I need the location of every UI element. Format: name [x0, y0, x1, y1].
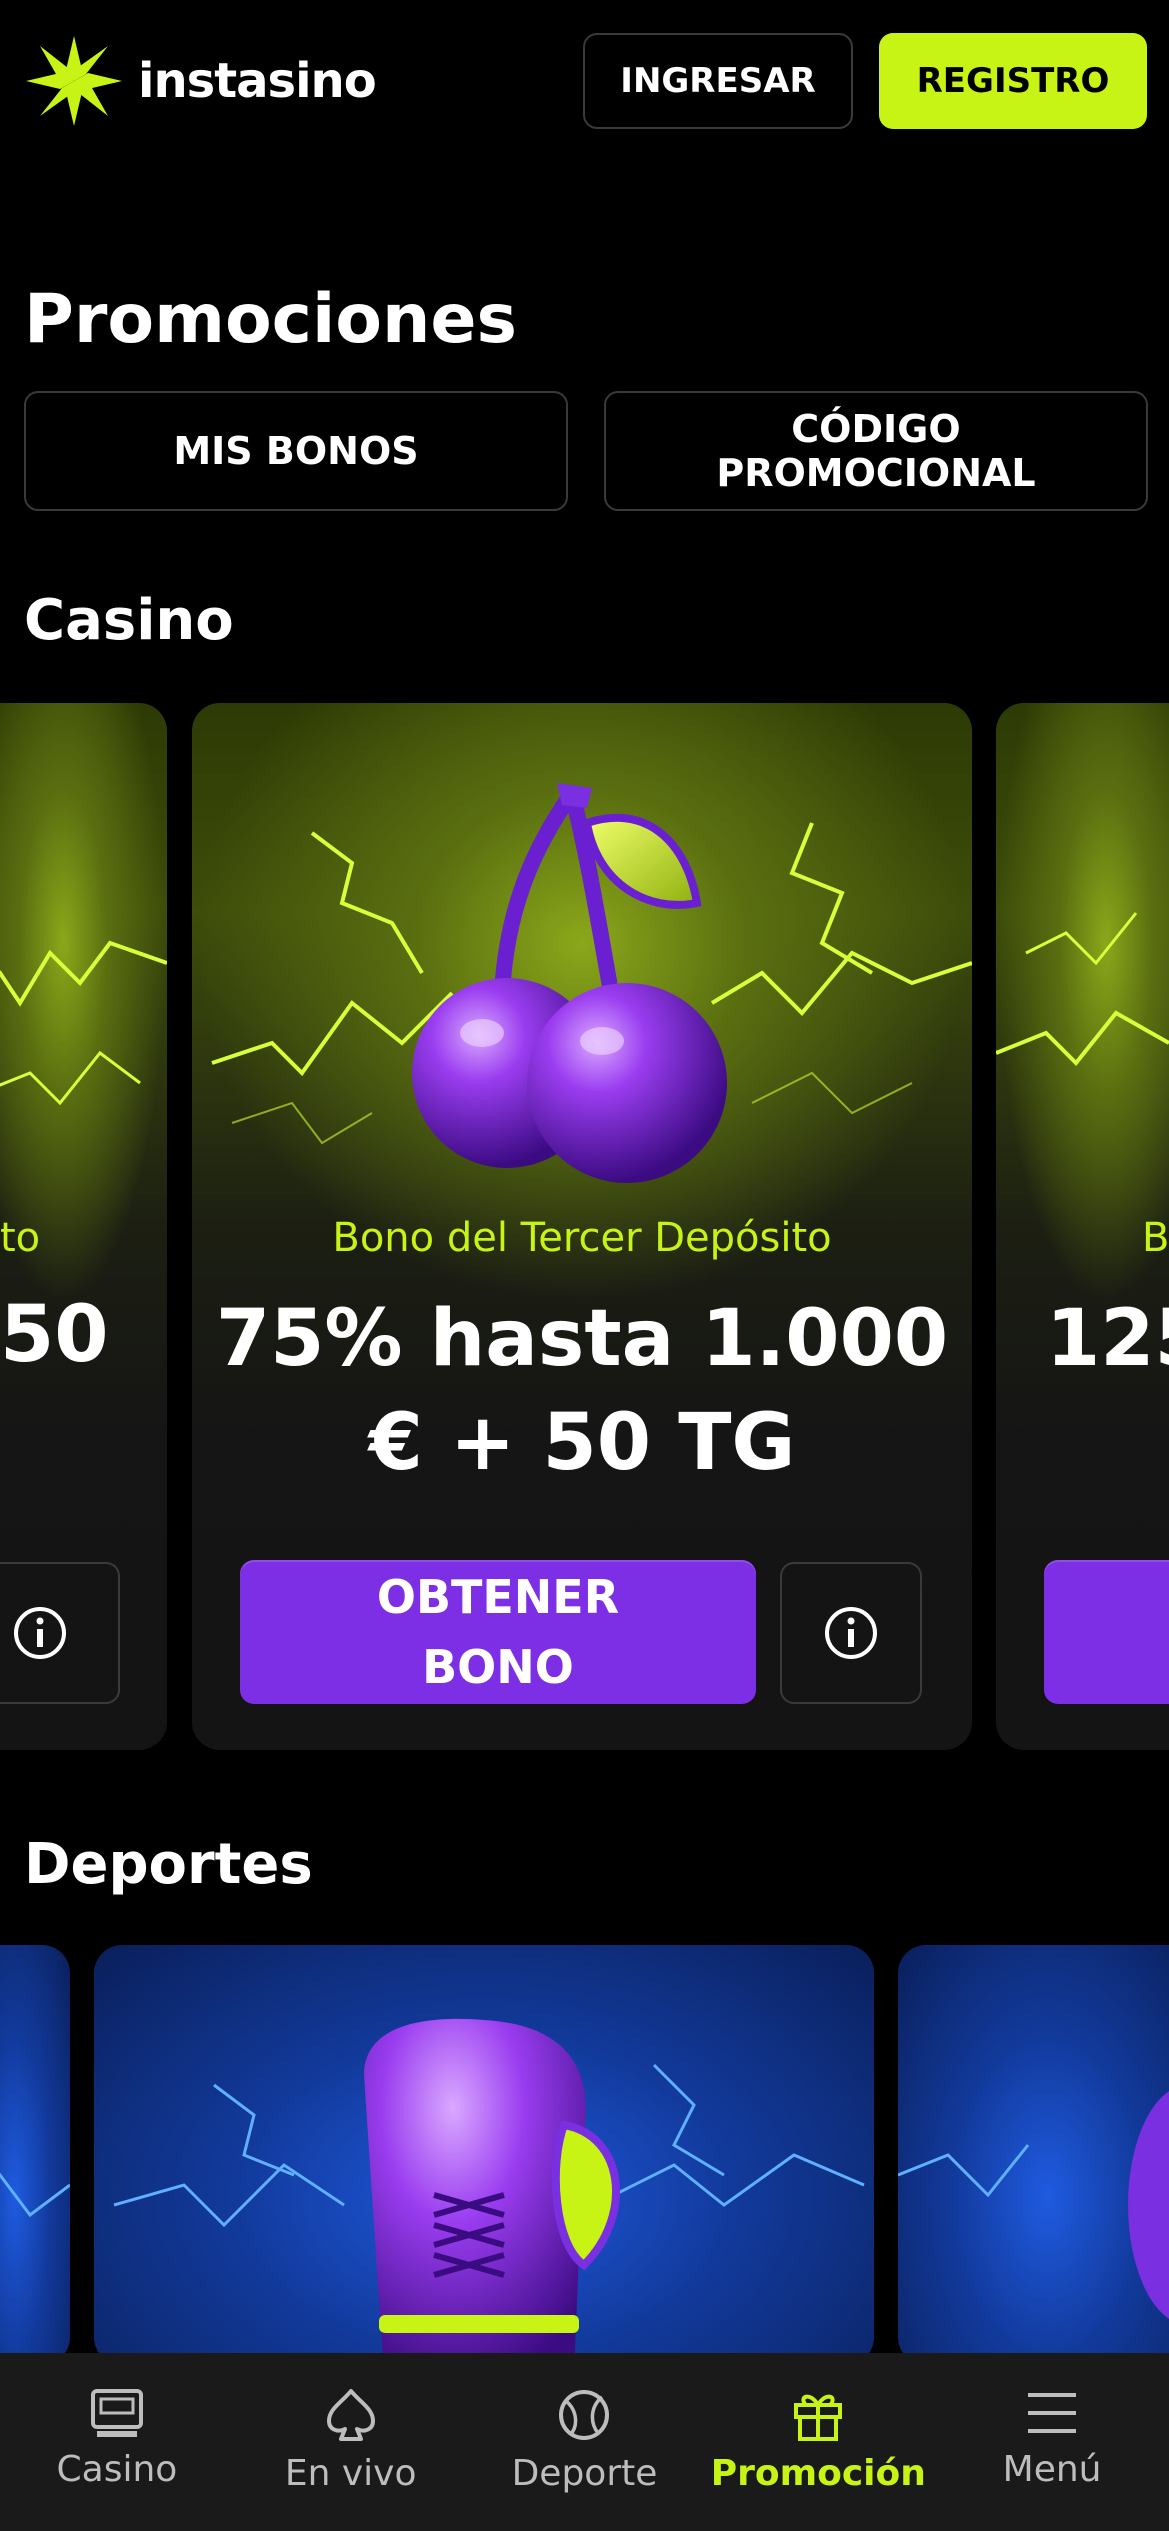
sports-promo-card[interactable] — [94, 1945, 874, 2365]
get-bonus-label-line2: BONO — [422, 1640, 574, 1694]
info-icon — [825, 1607, 877, 1659]
slot-machine-icon — [90, 2389, 143, 2437]
brand-name: instasino — [138, 53, 377, 109]
menu-icon — [1028, 2393, 1077, 2433]
top-header: instasino INGRESAR REGISTRO — [0, 0, 1169, 160]
promo-code-label-line1: CÓDIGO — [791, 407, 961, 451]
get-bonus-button[interactable] — [1044, 1560, 1169, 1704]
nav-label: Menú — [1002, 2449, 1102, 2490]
get-bonus-label-line1: OBTENER — [376, 1570, 620, 1624]
nav-label: Casino — [56, 2449, 178, 2490]
lightning-decoration — [898, 2091, 1169, 2319]
nav-label: Promoción — [710, 2453, 926, 2494]
nav-label: En vivo — [284, 2453, 417, 2494]
ball-icon — [559, 2390, 610, 2440]
star-logo-icon — [26, 36, 122, 126]
info-icon — [14, 1607, 66, 1659]
card-subtitle: B — [1142, 1215, 1169, 1261]
lightning-decoration — [0, 2173, 70, 2218]
promo-code-label-line2: PROMOCIONAL — [716, 451, 1036, 495]
card-subtitle: Bono del Tercer Depósito — [332, 1215, 832, 1261]
card-amount-line2: € + 50 TG — [368, 1398, 796, 1488]
get-bonus-button[interactable]: OBTENER BONO — [240, 1560, 756, 1704]
card-amount: 75% hasta 1.000 € + 50 TG — [192, 1287, 972, 1495]
bottom-navigation: Casino En vivo Deporte Promoción Menú — [0, 2353, 1169, 2531]
info-button[interactable] — [780, 1562, 922, 1704]
brand-logo[interactable]: instasino — [26, 36, 377, 126]
my-bonuses-tab[interactable]: MIS BONOS — [24, 391, 568, 511]
casino-section-title: Casino — [24, 588, 234, 653]
cherry-illustration — [412, 783, 727, 1183]
promo-code-tab[interactable]: CÓDIGO PROMOCIONAL — [604, 391, 1148, 511]
login-button[interactable]: INGRESAR — [583, 33, 853, 129]
lightning-decoration — [0, 940, 167, 1106]
spade-icon — [326, 2389, 375, 2441]
card-amount: 125 — [1046, 1294, 1169, 1384]
nav-item-menu[interactable]: Menú — [935, 2353, 1169, 2531]
card-amount: 50 — [0, 1290, 109, 1380]
register-button[interactable]: REGISTRO — [879, 33, 1147, 129]
casino-promo-card-next[interactable]: B 125 — [996, 703, 1169, 1750]
boxing-glove-illustration — [364, 2018, 620, 2365]
nav-label: Deporte — [511, 2453, 658, 2494]
gift-icon — [794, 2394, 843, 2441]
lightning-decoration — [996, 912, 1169, 1066]
nav-item-promotion[interactable]: Promoción — [701, 2353, 935, 2531]
nav-item-sport[interactable]: Deporte — [468, 2353, 702, 2531]
my-bonuses-label: MIS BONOS — [173, 429, 419, 473]
card-subtitle: to — [0, 1215, 41, 1261]
casino-promo-card[interactable]: Bono del Tercer Depósito 75% hasta 1.000… — [192, 703, 972, 1750]
sports-section-title: Deportes — [24, 1832, 313, 1897]
casino-promo-card-prev[interactable]: to 50 — [0, 703, 167, 1750]
nav-item-live[interactable]: En vivo — [234, 2353, 468, 2531]
card-amount-line1: 75% hasta 1.000 — [215, 1294, 949, 1384]
sports-promo-card-prev[interactable] — [0, 1945, 70, 2365]
sports-promo-card-next[interactable] — [898, 1945, 1169, 2365]
page-title: Promociones — [24, 280, 517, 359]
info-button[interactable] — [0, 1562, 120, 1704]
nav-item-casino[interactable]: Casino — [0, 2353, 234, 2531]
